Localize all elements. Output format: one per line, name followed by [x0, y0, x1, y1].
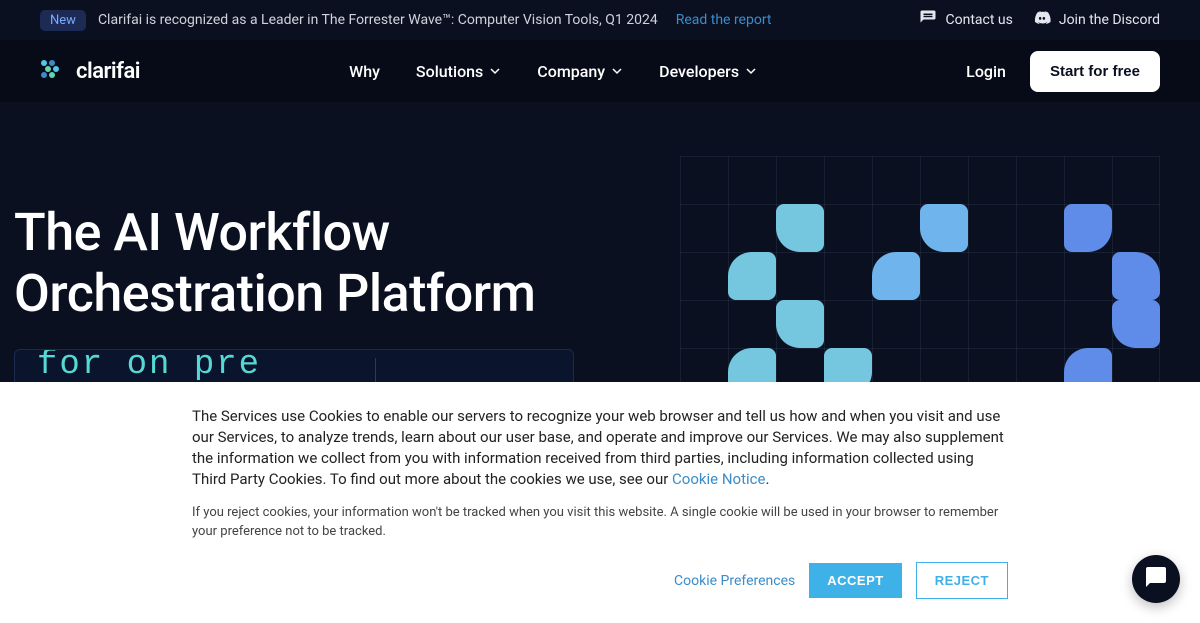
speech-icon — [919, 9, 937, 31]
discord-icon — [1033, 9, 1051, 31]
nav-company-label: Company — [537, 62, 605, 81]
contact-us-link[interactable]: Contact us — [919, 9, 1012, 31]
nav-item-company[interactable]: Company — [537, 62, 623, 81]
cookie-body: The Services use Cookies to enable our s… — [192, 406, 1008, 490]
announce-read-report-link[interactable]: Read the report — [676, 12, 772, 28]
nav-item-solutions[interactable]: Solutions — [416, 62, 501, 81]
discord-label: Join the Discord — [1059, 12, 1160, 28]
nav-item-why[interactable]: Why — [349, 62, 380, 81]
nav-item-developers[interactable]: Developers — [659, 62, 757, 81]
chat-launcher[interactable] — [1132, 555, 1180, 603]
hero-code-text: for on pre — [37, 350, 261, 380]
contact-label: Contact us — [945, 12, 1012, 28]
main-nav: clarifai Why Solutions Company Developer… — [0, 40, 1200, 102]
cookie-banner: The Services use Cookies to enable our s… — [0, 382, 1200, 623]
nav-why-label: Why — [349, 62, 380, 81]
cookie-preferences-link[interactable]: Cookie Preferences — [674, 573, 795, 589]
announce-text: Clarifai is recognized as a Leader in Th… — [98, 12, 658, 28]
announcement-bar: New Clarifai is recognized as a Leader i… — [0, 0, 1200, 40]
chevron-down-icon — [489, 62, 501, 81]
brand-name: clarifai — [76, 59, 140, 84]
brand-logo[interactable]: clarifai — [40, 58, 140, 84]
cookie-body-prefix: The Services use Cookies to enable our s… — [192, 407, 1004, 488]
clarifai-icon — [40, 58, 66, 84]
cookie-accept-button[interactable]: ACCEPT — [809, 563, 901, 598]
cookie-reject-button[interactable]: REJECT — [916, 562, 1008, 599]
nav-solutions-label: Solutions — [416, 62, 483, 81]
cookie-notice-link[interactable]: Cookie Notice — [672, 470, 765, 488]
hero-title-line1: The AI Workflow — [14, 202, 390, 263]
chevron-down-icon — [611, 62, 623, 81]
login-link[interactable]: Login — [966, 62, 1006, 81]
start-free-button[interactable]: Start for free — [1030, 51, 1160, 92]
cookie-body-suffix: . — [765, 470, 769, 488]
chat-icon — [1144, 565, 1168, 593]
discord-link[interactable]: Join the Discord — [1033, 9, 1160, 31]
hero-title-line2: Orchestration Platform — [14, 263, 535, 324]
cookie-reject-note: If you reject cookies, your information … — [192, 504, 1008, 542]
chevron-down-icon — [745, 62, 757, 81]
new-badge: New — [40, 10, 86, 31]
nav-developers-label: Developers — [659, 62, 739, 81]
